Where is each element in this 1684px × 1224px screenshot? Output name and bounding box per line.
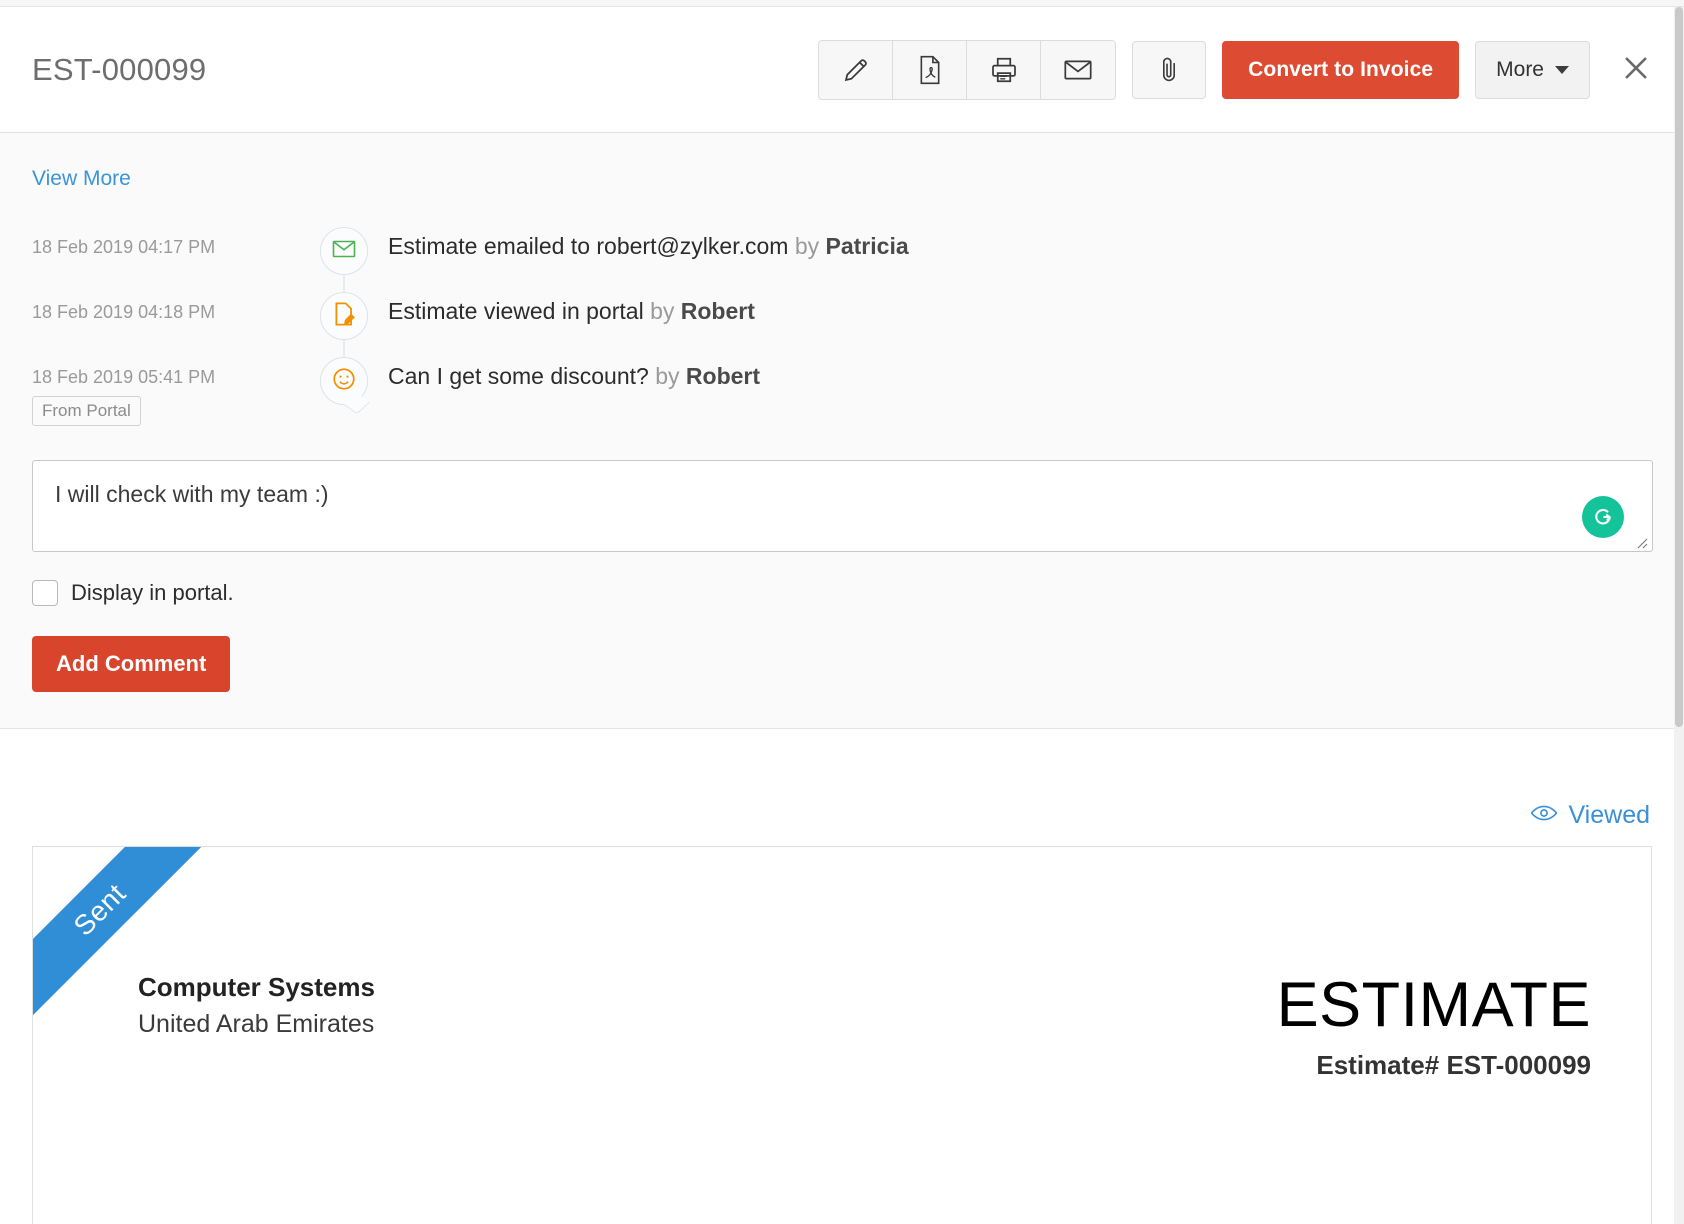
display-in-portal-checkbox[interactable] — [32, 580, 58, 606]
timeline-timestamp: 18 Feb 2019 04:18 PM — [32, 286, 312, 323]
close-button[interactable] — [1616, 50, 1656, 90]
scrollbar-thumb[interactable] — [1675, 7, 1683, 727]
page-scrollbar[interactable] — [1674, 7, 1684, 1224]
timeline-actor: Patricia — [826, 233, 909, 259]
timeline-item: 18 Feb 2019 05:41 PM From Portal — [32, 351, 1652, 426]
timeline-text: Estimate viewed in portal by Robert — [376, 286, 755, 325]
pdf-icon — [916, 55, 944, 85]
email-open-icon — [331, 238, 357, 265]
timeline-icon-bubble — [320, 357, 368, 405]
comment-composer — [32, 460, 1652, 552]
attach-button[interactable] — [1132, 41, 1206, 99]
display-in-portal-label: Display in portal. — [71, 580, 234, 606]
timeline-icon-column — [312, 351, 376, 405]
grammarly-icon[interactable] — [1582, 496, 1624, 538]
estimate-number: Estimate# EST-000099 — [1277, 1050, 1591, 1081]
activity-panel: View More 18 Feb 2019 04:17 PM — [0, 133, 1684, 729]
comment-input[interactable] — [32, 460, 1653, 552]
timeline-by-label: by — [650, 298, 674, 324]
header-actions: Convert to Invoice More — [818, 40, 1656, 100]
timeline-icon-bubble — [320, 227, 368, 275]
document-edit-icon — [332, 301, 356, 332]
timeline-icon-bubble — [320, 292, 368, 340]
add-comment-button[interactable]: Add Comment — [32, 636, 230, 692]
timeline-text: Can I get some discount? by Robert — [376, 351, 760, 390]
email-button[interactable] — [1041, 41, 1115, 99]
window-top-strip — [0, 0, 1684, 7]
estimate-preview-panel: Viewed Sent Computer Systems United Arab… — [0, 729, 1684, 1224]
timeline-actor: Robert — [681, 298, 755, 324]
timeline-message: Can I get some discount? — [388, 363, 649, 389]
organization-name: Computer Systems — [138, 972, 375, 1003]
close-icon — [1619, 51, 1653, 88]
timeline-message: Estimate viewed in portal — [388, 298, 644, 324]
timeline-timestamp: 18 Feb 2019 04:17 PM — [32, 221, 312, 258]
estimate-title-block: ESTIMATE Estimate# EST-000099 — [1277, 972, 1591, 1081]
timeline-item: 18 Feb 2019 04:17 PM Estimate emailed to — [32, 221, 1652, 286]
edit-icon — [841, 55, 871, 85]
estimate-heading: ESTIMATE — [1277, 972, 1591, 1038]
convert-to-invoice-button[interactable]: Convert to Invoice — [1222, 41, 1459, 99]
page-header: EST-000099 — [0, 7, 1684, 133]
icon-button-group — [818, 40, 1116, 100]
timeline-actor: Robert — [686, 363, 760, 389]
pdf-button[interactable] — [893, 41, 967, 99]
timeline-timestamp-block: 18 Feb 2019 05:41 PM From Portal — [32, 351, 312, 426]
edit-button[interactable] — [819, 41, 893, 99]
eye-icon — [1530, 801, 1558, 830]
estimate-org-block: Computer Systems United Arab Emirates — [138, 972, 375, 1081]
timeline-timestamp: 18 Feb 2019 05:41 PM — [32, 367, 312, 388]
organization-country: United Arab Emirates — [138, 1010, 375, 1039]
activity-timeline: 18 Feb 2019 04:17 PM Estimate emailed to — [32, 221, 1652, 426]
timeline-message: Estimate emailed to robert@zylker.com — [388, 233, 788, 259]
timeline-text: Estimate emailed to robert@zylker.com by… — [376, 221, 909, 260]
viewed-label: Viewed — [1568, 801, 1650, 830]
more-button-label: More — [1496, 58, 1544, 82]
timeline-item: 18 Feb 2019 04:18 PM Estimate viewed in — [32, 286, 1652, 351]
more-button[interactable]: More — [1475, 41, 1590, 99]
estimate-detail-page: EST-000099 — [0, 0, 1684, 1224]
paperclip-icon — [1156, 55, 1182, 85]
print-icon — [989, 55, 1019, 85]
chevron-down-icon — [1555, 66, 1569, 74]
print-button[interactable] — [967, 41, 1041, 99]
display-in-portal-row: Display in portal. — [32, 580, 1652, 606]
timeline-icon-column — [312, 286, 376, 340]
comment-smiley-icon — [331, 366, 357, 397]
view-more-link[interactable]: View More — [32, 167, 131, 191]
viewed-status[interactable]: Viewed — [1530, 801, 1650, 830]
page-title: EST-000099 — [32, 52, 206, 88]
timeline-icon-column — [312, 221, 376, 275]
estimate-document-body: Computer Systems United Arab Emirates ES… — [33, 847, 1651, 1081]
timeline-by-label: by — [655, 363, 679, 389]
estimate-document-card: Sent Computer Systems United Arab Emirat… — [32, 846, 1652, 1224]
timeline-by-label: by — [795, 233, 819, 259]
from-portal-badge: From Portal — [32, 396, 141, 426]
email-icon — [1063, 57, 1093, 83]
